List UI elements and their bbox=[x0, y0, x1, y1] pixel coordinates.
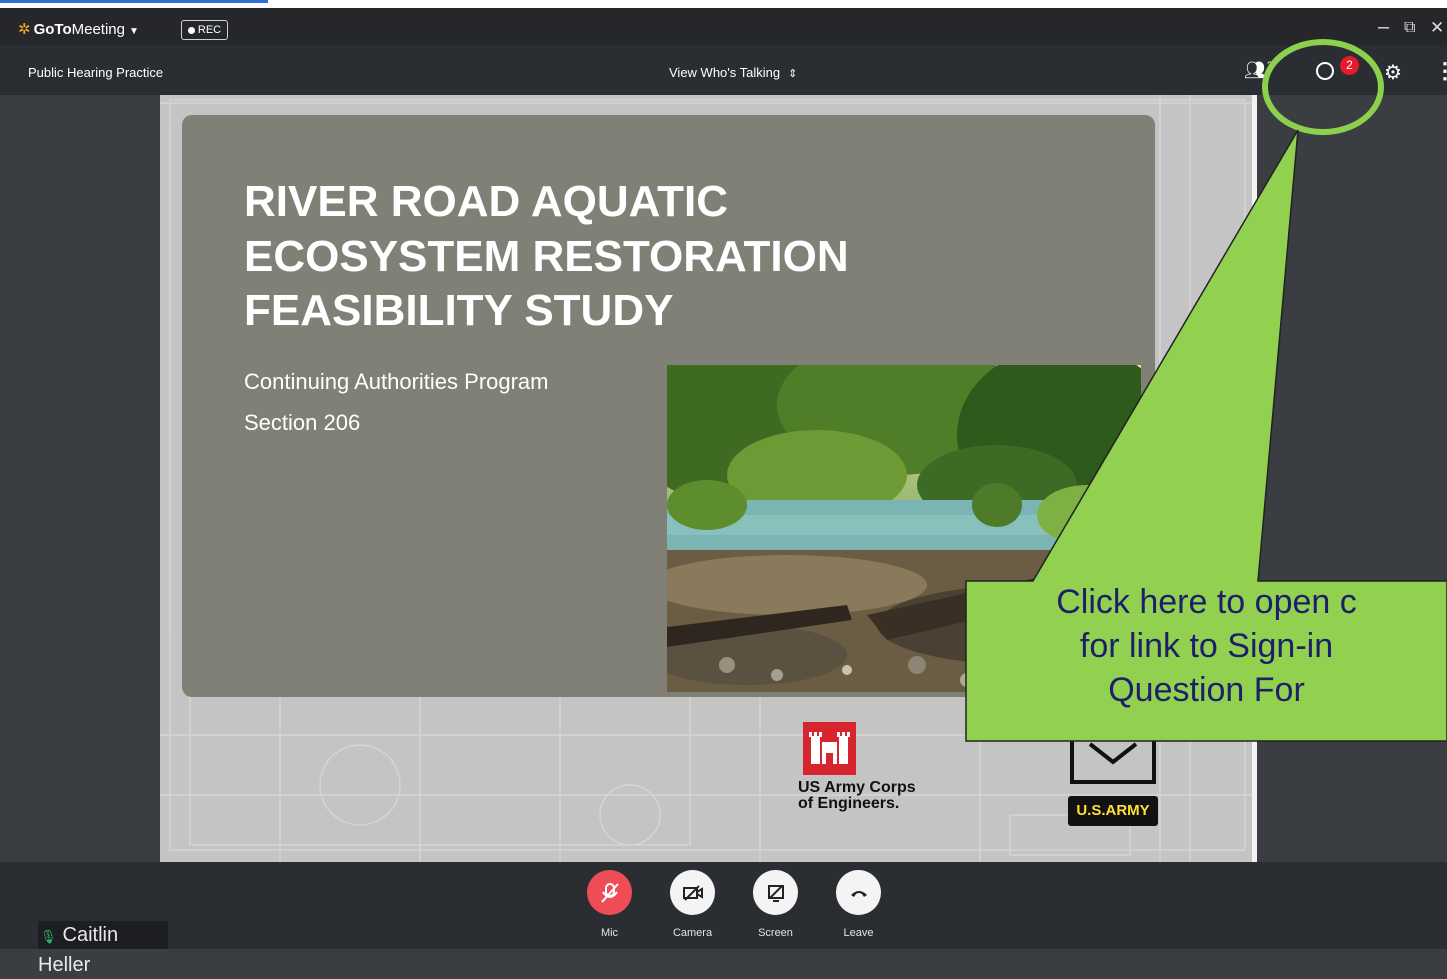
screen-share-icon bbox=[753, 870, 798, 915]
restore-button[interactable]: ⧉ bbox=[1404, 19, 1415, 37]
slide-title: RIVER ROAD AQUATIC ECOSYSTEM RESTORATION… bbox=[244, 175, 1064, 339]
slide-subtitle-line: Section 206 bbox=[244, 410, 361, 435]
brand-rest: Meeting bbox=[71, 21, 125, 38]
hang-up-icon bbox=[836, 870, 881, 915]
camera-button[interactable]: Camera bbox=[670, 870, 715, 939]
slide-subtitle: Continuing Authorities Program Section 2… bbox=[244, 361, 549, 443]
chat-icon[interactable] bbox=[1316, 62, 1334, 80]
attendees-button[interactable]: 👥︎2 bbox=[1244, 60, 1273, 81]
camera-off-icon bbox=[670, 870, 715, 915]
shared-screen: RIVER ROAD AQUATIC ECOSYSTEM RESTORATION… bbox=[160, 95, 1257, 862]
castle-icon bbox=[803, 722, 856, 775]
gotomeeting-logo-icon: ✲ bbox=[18, 21, 31, 38]
usace-line: US Army Corps bbox=[798, 779, 916, 796]
leave-button[interactable]: Leave bbox=[836, 870, 881, 939]
screen-share-button[interactable]: Screen bbox=[753, 870, 798, 939]
app-menu-button[interactable]: ✲ GoToMeeting ▼ bbox=[18, 20, 139, 38]
title-bar: ✲ GoToMeeting ▼ REC – ⧉ ✕ bbox=[0, 8, 1447, 45]
us-army-logo: U.S.ARMY bbox=[1068, 740, 1158, 826]
chevron-down-icon: ▼ bbox=[129, 26, 139, 37]
slide-title-line: ECOSYSTEM RESTORATION bbox=[244, 231, 849, 281]
callout-text: Click here to open c for link to Sign-in… bbox=[966, 580, 1447, 712]
callout-line: Question For bbox=[1108, 671, 1305, 709]
record-button[interactable]: REC bbox=[181, 20, 228, 40]
minimize-button[interactable]: – bbox=[1378, 16, 1389, 39]
close-button[interactable]: ✕ bbox=[1430, 18, 1444, 38]
camera-label: Camera bbox=[672, 927, 713, 939]
slide-title-line: FEASIBILITY STUDY bbox=[244, 286, 674, 336]
brand-bold: GoTo bbox=[33, 21, 72, 38]
usace-line: of Engineers. bbox=[798, 795, 900, 812]
screen-label: Screen bbox=[758, 927, 793, 939]
slide-subtitle-line: Continuing Authorities Program bbox=[244, 369, 549, 394]
mic-button[interactable]: Mic bbox=[587, 870, 632, 939]
view-whos-talking-label: View Who's Talking bbox=[669, 65, 781, 80]
callout-line: for link to Sign-in bbox=[1079, 627, 1334, 665]
chat-unread-badge: 2 bbox=[1340, 56, 1359, 75]
mic-label: Mic bbox=[600, 927, 619, 939]
updown-chevron-icon: ⇕ bbox=[788, 68, 798, 80]
army-star-icon bbox=[1070, 740, 1156, 784]
more-options-icon[interactable]: ⋮ bbox=[1434, 58, 1447, 84]
record-label: REC bbox=[197, 24, 222, 36]
view-whos-talking-button[interactable]: View Who's Talking ⇕ bbox=[669, 65, 797, 80]
leave-label: Leave bbox=[843, 927, 874, 939]
mic-muted-icon bbox=[587, 870, 632, 915]
window-top-strip bbox=[0, 0, 1447, 8]
gear-icon[interactable]: ⚙ bbox=[1384, 60, 1402, 85]
attendee-count: 2 bbox=[1266, 60, 1273, 72]
active-speaker-tag: 🎙︎ Caitlin Heller bbox=[38, 921, 168, 976]
callout-line: Click here to open c bbox=[1056, 583, 1357, 621]
army-label: U.S.ARMY bbox=[1068, 796, 1158, 826]
accent-line bbox=[0, 0, 268, 3]
record-dot-icon bbox=[187, 26, 195, 34]
usace-wordmark: US Army Corps of Engineers. bbox=[798, 780, 916, 812]
slide-title-line: RIVER ROAD AQUATIC bbox=[244, 177, 728, 226]
people-icon: 👥︎ bbox=[1244, 60, 1267, 80]
meeting-toolbar: Public Hearing Practice View Who's Talki… bbox=[0, 45, 1447, 95]
meeting-title: Public Hearing Practice bbox=[28, 65, 164, 80]
mic-icon: 🎙︎ bbox=[40, 929, 57, 944]
bottom-control-bar bbox=[0, 862, 1447, 949]
